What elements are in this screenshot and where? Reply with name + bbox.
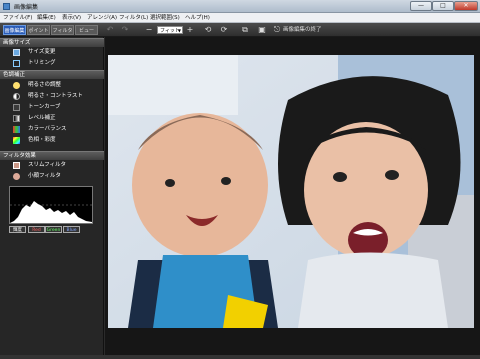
sidebar-item-levels[interactable]: レベル補正 — [0, 113, 104, 124]
menu-selection[interactable]: 選択範囲(S) — [150, 14, 180, 22]
zoom-out-icon[interactable]: − — [144, 25, 154, 35]
resize-icon — [13, 49, 20, 56]
tab-view[interactable]: ビュー — [75, 25, 98, 35]
title-bar: 画像編集 — □ ✕ — [0, 0, 480, 13]
menu-help[interactable]: ヘルプ(H) — [185, 14, 210, 22]
undo-icon[interactable]: ↶ — [105, 25, 115, 35]
status-bar — [0, 355, 480, 359]
redo-icon[interactable]: ↷ — [120, 25, 130, 35]
sidebar-item-small-face-filter[interactable]: 小顔フィルタ — [0, 171, 104, 182]
window-title: 画像編集 — [14, 4, 39, 11]
histogram-blue-button[interactable]: Blue — [63, 226, 80, 233]
photo-image — [108, 55, 474, 328]
sidebar-item-resize[interactable]: サイズ変更 — [0, 47, 104, 58]
save-icon[interactable]: ▣ — [257, 25, 267, 35]
tab-point[interactable]: ポイント — [27, 25, 50, 35]
section-image-size: 画像サイズ — [0, 38, 104, 47]
face-filter-icon — [13, 173, 20, 180]
color-balance-icon — [13, 126, 20, 133]
zoom-select[interactable]: フィット ▼ — [157, 26, 183, 34]
contrast-icon — [13, 93, 20, 100]
rotate-right-icon[interactable]: ⟳ — [219, 25, 229, 35]
chevron-down-icon: ▼ — [177, 28, 181, 33]
levels-icon — [13, 115, 20, 122]
rotate-left-icon[interactable]: ⟲ — [203, 25, 213, 35]
menu-view[interactable]: 表示(V) — [62, 14, 81, 22]
bulb-icon — [13, 82, 20, 89]
app-icon — [3, 3, 10, 10]
section-filter-effects: フィルタ効果 — [0, 151, 104, 160]
sidebar-item-brightness[interactable]: 明るさの調整 — [0, 80, 104, 91]
maximize-button[interactable]: □ — [432, 1, 454, 11]
sidebar: 画像サイズ サイズ変更 トリミング 色調補正 明るさの調整 明るさ・コントラスト… — [0, 37, 104, 359]
histogram-graph — [10, 201, 92, 223]
zoom-value: フィット — [160, 28, 180, 34]
menu-arrange[interactable]: アレンジ(A) — [87, 14, 117, 22]
exit-icon[interactable]: ⎋ — [272, 25, 282, 35]
hue-icon — [13, 137, 20, 144]
tab-filter[interactable]: フィルタ — [51, 25, 74, 35]
curve-icon — [13, 104, 20, 111]
histogram — [9, 186, 93, 224]
zoom-in-icon[interactable]: + — [185, 25, 195, 35]
exit-edit-label[interactable]: 画像編集の終了 — [283, 25, 322, 35]
menu-edit[interactable]: 編集(E) — [37, 14, 56, 22]
edited-photo[interactable] — [108, 55, 474, 328]
menu-file[interactable]: ファイル(F) — [3, 14, 32, 22]
histogram-green-button[interactable]: Green — [45, 226, 62, 233]
menu-filter[interactable]: フィルタ(L) — [119, 14, 148, 22]
sidebar-item-tone-curve[interactable]: トーンカーブ — [0, 102, 104, 113]
minimize-button[interactable]: — — [410, 1, 432, 11]
histogram-red-button[interactable]: Red — [28, 226, 45, 233]
tab-image-edit[interactable]: 画像編集 — [3, 25, 26, 35]
slim-filter-icon — [13, 162, 20, 169]
trim-icon — [13, 60, 20, 67]
crop-icon[interactable]: ⧉ — [240, 25, 250, 35]
histogram-luminance-button[interactable]: 輝度 — [9, 226, 26, 233]
menu-bar: ファイル(F) 編集(E) 表示(V) アレンジ(A) フィルタ(L) 選択範囲… — [0, 13, 480, 23]
sidebar-item-brightness-contrast[interactable]: 明るさ・コントラスト — [0, 91, 104, 102]
close-button[interactable]: ✕ — [454, 1, 478, 11]
section-color-correction: 色調補正 — [0, 70, 104, 79]
toolbar: 画像編集 ポイント フィルタ ビュー ↶ ↷ − フィット ▼ + ⟲ ⟳ ⧉ ▣… — [0, 23, 480, 37]
sidebar-item-color-balance[interactable]: カラーバランス — [0, 124, 104, 135]
sidebar-item-hue-saturation[interactable]: 色相・彩度 — [0, 135, 104, 146]
sidebar-item-trim[interactable]: トリミング — [0, 58, 104, 69]
sidebar-item-slim-filter[interactable]: スリムフィルタ — [0, 160, 104, 171]
